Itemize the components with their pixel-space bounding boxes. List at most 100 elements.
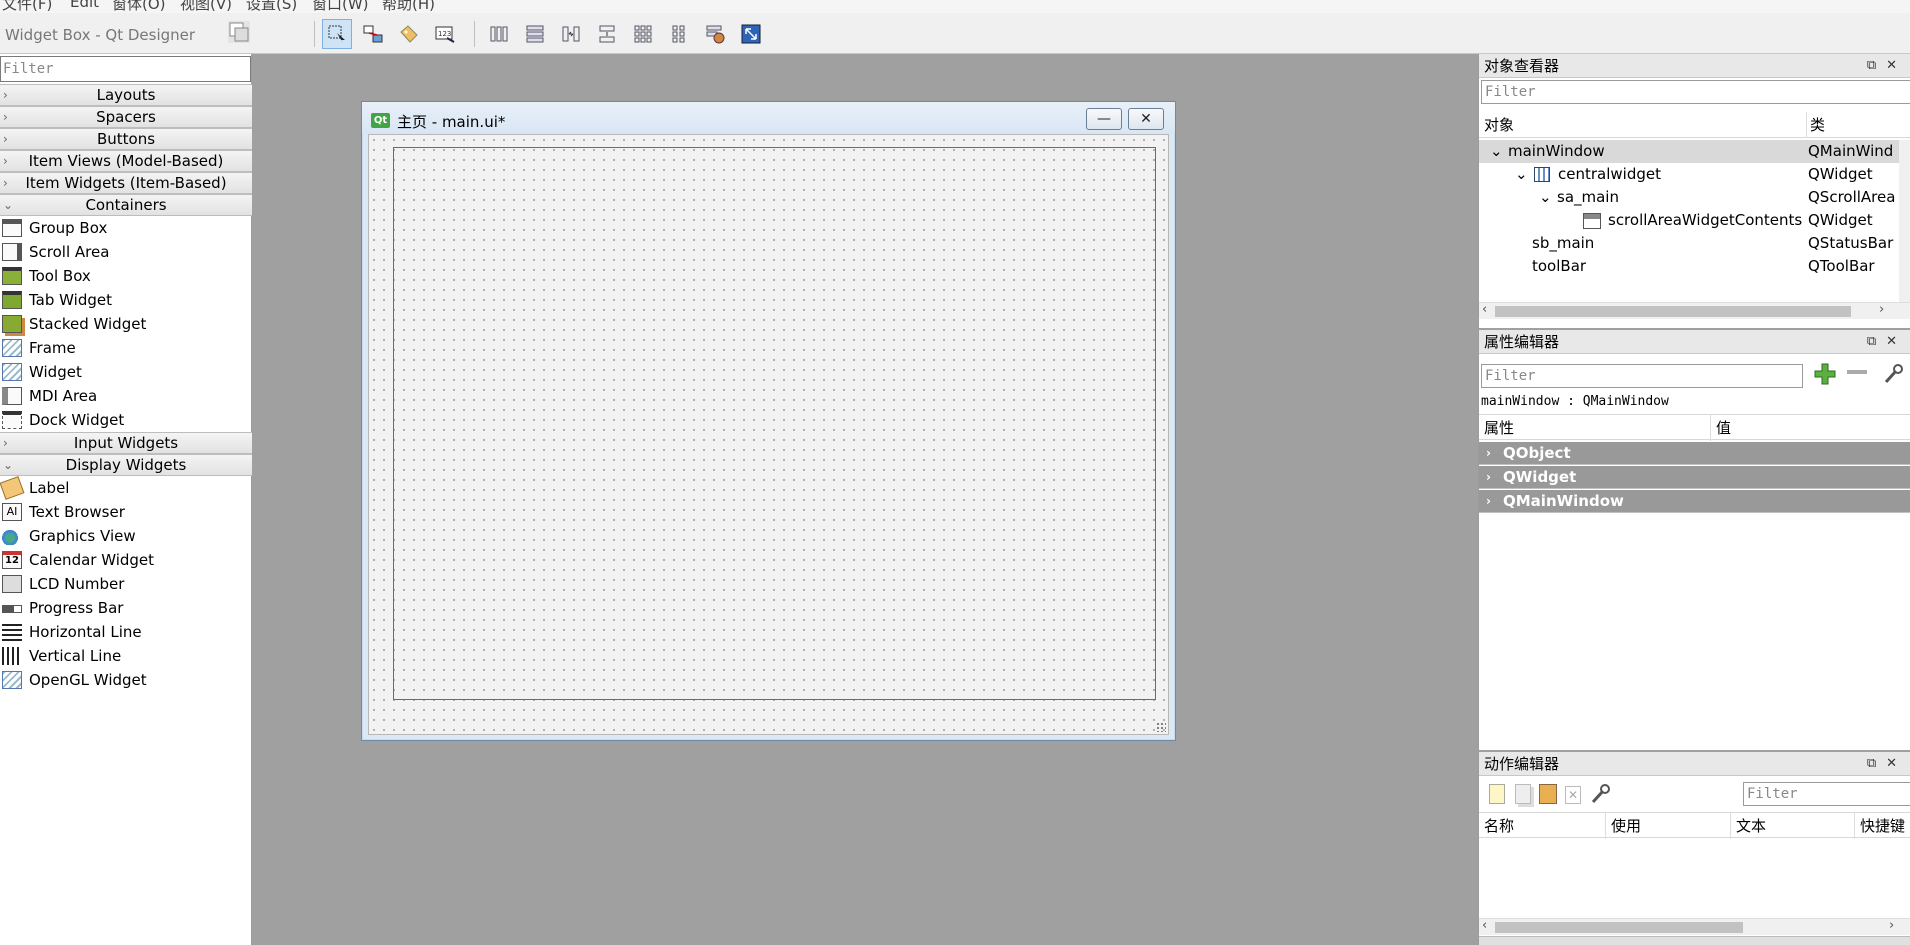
widget-vertical-line[interactable]: Vertical Line <box>0 644 252 668</box>
category-item-views[interactable]: › Item Views (Model-Based) <box>0 150 252 172</box>
dock-float-close-icons[interactable]: ⧉✕ <box>1867 752 1907 776</box>
menu-window[interactable]: 窗口(W) <box>312 0 369 13</box>
menu-view[interactable]: 视图(V) <box>180 0 232 13</box>
scroll-right-icon[interactable]: › <box>1879 302 1884 317</box>
form-window-titlebar[interactable]: Qt 主页 - main.ui* — ✕ <box>362 102 1175 134</box>
remove-property-icon[interactable] <box>1847 370 1867 374</box>
paste-action-icon[interactable] <box>1539 784 1557 804</box>
resize-grip-icon[interactable] <box>1156 722 1166 732</box>
tree-row-sb-main[interactable]: sb_main QStatusBar <box>1479 232 1899 255</box>
property-editor-filter-input[interactable]: Filter <box>1481 364 1803 388</box>
widget-calendar[interactable]: 12 Calendar Widget <box>0 548 252 572</box>
scroll-thumb[interactable] <box>1495 306 1851 317</box>
widget-box-panel: Filter › Layouts › Spacers › Buttons › Item … <box>0 54 252 945</box>
menu-bar: 文件(F) Edit 窗体(O) 视图(V) 设置(S) 窗口(W) 帮助(H) <box>0 0 1910 13</box>
form-window[interactable]: Qt 主页 - main.ui* — ✕ <box>361 101 1176 741</box>
object-inspector-vscroll[interactable] <box>1899 140 1910 318</box>
widget-group-box[interactable]: Group Box <box>0 216 252 240</box>
widget-tool-box[interactable]: Tool Box <box>0 264 252 288</box>
minimize-button[interactable]: — <box>1086 108 1122 130</box>
menu-settings[interactable]: 设置(S) <box>246 0 297 13</box>
widget-opengl[interactable]: OpenGL Widget <box>0 668 252 692</box>
layout-horizontal-button[interactable] <box>484 19 514 49</box>
column-class[interactable]: 类 <box>1806 112 1825 138</box>
vertical-line-icon <box>2 647 22 665</box>
widget-dock-widget[interactable]: Dock Widget <box>0 408 252 432</box>
tree-row-scrollareawidgetcontents[interactable]: scrollAreaWidgetContents QWidget <box>1479 209 1899 232</box>
scroll-left-icon[interactable]: ‹ <box>1482 918 1487 933</box>
widget-lcd-number[interactable]: LCD Number <box>0 572 252 596</box>
column-used[interactable]: 使用 <box>1605 813 1641 839</box>
category-layouts[interactable]: › Layouts <box>0 84 252 106</box>
layout-form-button[interactable] <box>664 19 694 49</box>
menu-help[interactable]: 帮助(H) <box>382 0 435 13</box>
column-object[interactable]: 对象 <box>1484 112 1514 138</box>
object-inspector-hscroll[interactable]: ‹ › <box>1479 302 1910 319</box>
adjust-size-button[interactable] <box>736 19 766 49</box>
category-display-widgets[interactable]: ⌄ Display Widgets <box>0 454 252 476</box>
category-buttons[interactable]: › Buttons <box>0 128 252 150</box>
widget-graphics-view[interactable]: Graphics View <box>0 524 252 548</box>
opengl-widget-icon <box>2 671 22 689</box>
column-shortcut[interactable]: 快捷键 <box>1854 813 1905 839</box>
category-containers[interactable]: ⌄ Containers <box>0 194 252 216</box>
widget-mdi-area[interactable]: MDI Area <box>0 384 252 408</box>
form-canvas[interactable] <box>368 134 1169 735</box>
scroll-right-icon[interactable]: › <box>1889 918 1894 933</box>
send-back-icon[interactable] <box>228 21 250 43</box>
dock-float-close-icons[interactable]: ⧉✕ <box>1867 330 1907 354</box>
configure-property-button[interactable] <box>1882 362 1904 386</box>
column-property[interactable]: 属性 <box>1484 415 1514 441</box>
layout-h-splitter-button[interactable] <box>556 19 586 49</box>
tree-row-sa-main[interactable]: ⌄ sa_main QScrollArea <box>1479 186 1899 209</box>
widget-scroll-area[interactable]: Scroll Area <box>0 240 252 264</box>
tree-row-centralwidget[interactable]: ⌄ centralwidget QWidget <box>1479 163 1899 186</box>
widget-stacked-widget[interactable]: Stacked Widget <box>0 312 252 336</box>
widget-tab-widget[interactable]: Tab Widget <box>0 288 252 312</box>
edit-tab-order-button[interactable]: 123 <box>430 19 460 49</box>
scroll-left-icon[interactable]: ‹ <box>1482 302 1487 317</box>
object-inspector-filter-input[interactable]: Filter <box>1481 80 1910 104</box>
property-group-qwidget[interactable]: › QWidget <box>1479 466 1910 489</box>
column-value[interactable]: 值 <box>1710 415 1731 441</box>
scroll-area-frame[interactable] <box>393 147 1156 700</box>
column-name[interactable]: 名称 <box>1484 813 1514 839</box>
widget-frame[interactable]: Frame <box>0 336 252 360</box>
category-input-widgets[interactable]: › Input Widgets <box>0 432 252 454</box>
close-button[interactable]: ✕ <box>1128 108 1164 130</box>
layout-grid-button[interactable] <box>628 19 658 49</box>
break-layout-button[interactable] <box>700 19 730 49</box>
configure-action-button[interactable] <box>1589 782 1613 806</box>
menu-edit[interactable]: Edit <box>70 0 99 11</box>
category-item-widgets[interactable]: › Item Widgets (Item-Based) <box>0 172 252 194</box>
widget-horizontal-line[interactable]: Horizontal Line <box>0 620 252 644</box>
widget-widget[interactable]: Widget <box>0 360 252 384</box>
property-group-qmainwindow[interactable]: › QMainWindow <box>1479 490 1910 513</box>
category-spacers[interactable]: › Spacers <box>0 106 252 128</box>
column-text[interactable]: 文本 <box>1730 813 1766 839</box>
qt-logo-icon: Qt <box>371 113 390 128</box>
edit-widgets-button[interactable] <box>322 19 352 49</box>
new-action-icon[interactable] <box>1489 784 1505 804</box>
tree-row-mainwindow[interactable]: ⌄ mainWindow QMainWind <box>1479 140 1899 163</box>
edit-signals-button[interactable] <box>358 19 388 49</box>
widget-text-browser[interactable]: AI Text Browser <box>0 500 252 524</box>
dock-float-close-icons[interactable]: ⧉✕ <box>1867 54 1907 78</box>
dock-tab-strip[interactable] <box>1479 936 1910 945</box>
menu-file[interactable]: 文件(F) <box>2 0 52 13</box>
scroll-thumb[interactable] <box>1495 922 1743 933</box>
layout-v-splitter-button[interactable] <box>592 19 622 49</box>
copy-action-icon[interactable] <box>1515 784 1531 804</box>
menu-form[interactable]: 窗体(O) <box>112 0 166 13</box>
add-dynamic-property-button[interactable] <box>1812 360 1838 388</box>
widget-box-filter-input[interactable]: Filter <box>0 56 251 82</box>
widget-progress-bar[interactable]: Progress Bar <box>0 596 252 620</box>
action-editor-hscroll[interactable]: ‹ › <box>1479 918 1910 935</box>
delete-action-icon[interactable]: ✕ <box>1565 786 1581 804</box>
action-editor-filter-input[interactable]: Filter <box>1743 782 1910 806</box>
widget-label[interactable]: Label <box>0 476 252 500</box>
tree-row-toolbar[interactable]: toolBar QToolBar <box>1479 255 1899 278</box>
property-group-qobject[interactable]: › QObject <box>1479 442 1910 465</box>
edit-buddies-button[interactable] <box>394 19 424 49</box>
layout-vertical-button[interactable] <box>520 19 550 49</box>
